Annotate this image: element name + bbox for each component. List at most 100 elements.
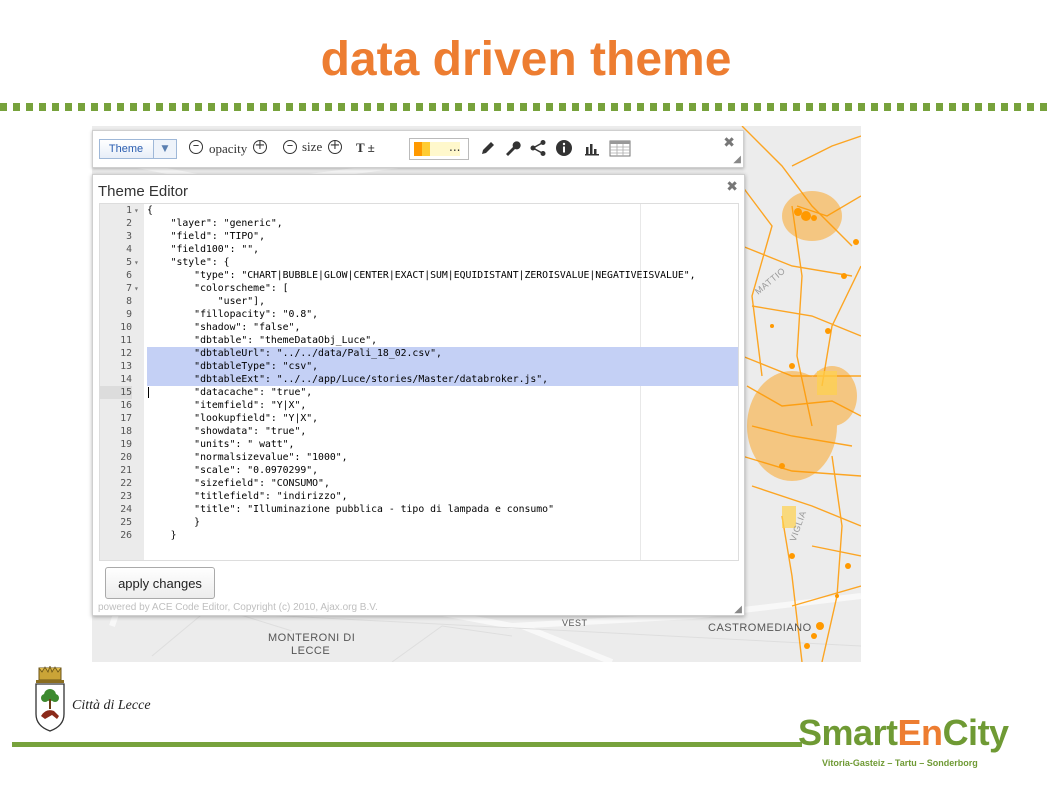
line-text: { [147,205,153,216]
line-text: "style": { [147,257,230,268]
line-number: 9 [126,309,132,320]
line-number: 26 [120,530,132,541]
theme-editor-dialog: Theme Editor ✖ 1 ▾{2 "layer": "generic", 3… [92,174,745,616]
code-editor[interactable]: 1 ▾{2 "layer": "generic", 3 "field": "TIPO… [99,203,739,561]
code-line[interactable]: 26 } [100,529,738,542]
pencil-icon[interactable] [479,139,497,157]
table-icon[interactable] [609,139,631,157]
line-text: "datacache": "true", [147,387,313,398]
line-text: "showdata": "true", [147,426,307,437]
code-line[interactable]: 3 "field": "TIPO", [100,230,738,243]
code-line[interactable]: 13 "dbtableType": "csv", [100,360,738,373]
swatch-color-2 [422,142,430,156]
brand-smart: Smart [798,712,898,753]
code-line[interactable]: 22 "sizefield": "CONSUMO", [100,477,738,490]
line-text: "dbtableType": "csv", [147,361,319,372]
line-text: "user"], [147,296,265,307]
code-line[interactable]: 8 "user"], [100,295,738,308]
line-text: "itemfield": "Y|X", [147,400,307,411]
line-text: "lookupfield": "Y|X", [147,413,319,424]
opacity-label: opacity [209,141,248,156]
line-number: 2 [126,218,132,229]
line-number: 15 [100,386,132,399]
size-label: size [302,139,323,154]
code-line[interactable]: 24 "title": "Illuminazione pubblica - ti… [100,503,738,516]
bar-chart-icon[interactable] [583,139,601,157]
line-text: "fillopacity": "0.8", [147,309,319,320]
line-text: "units": " watt", [147,439,295,450]
line-text: "sizefield": "CONSUMO", [147,478,330,489]
line-text: "dbtableUrl": "../../data/Pali_18_02.csv… [147,348,442,359]
fold-arrow-icon[interactable]: ▾ [134,204,139,217]
fold-arrow-icon[interactable]: ▾ [134,282,139,295]
code-line[interactable]: 20 "normalsizevalue": "1000", [100,451,738,464]
line-text: "field": "TIPO", [147,231,265,242]
share-icon[interactable] [529,139,547,157]
text-cursor [148,387,149,398]
code-line[interactable]: 7 ▾ "colorscheme": [ [100,282,738,295]
code-line[interactable]: 18 "showdata": "true", [100,425,738,438]
text-size-button[interactable]: T ± [356,140,375,156]
line-text: } [147,517,201,528]
fold-arrow-icon[interactable]: ▾ [134,256,139,269]
line-text: } [147,530,177,541]
line-number: 5 [126,257,132,268]
line-text: "colorscheme": [ [147,283,289,294]
code-line[interactable]: 17 "lookupfield": "Y|X", [100,412,738,425]
code-line[interactable]: 25 } [100,516,738,529]
slide-title: data driven theme [320,33,732,86]
line-number: 21 [120,465,132,476]
code-line[interactable]: 21 "scale": "0.0970299", [100,464,738,477]
line-number: 23 [120,491,132,502]
code-line[interactable]: 12 "dbtableUrl": "../../data/Pali_18_02.… [100,347,738,360]
code-line[interactable]: 5 ▾ "style": { [100,256,738,269]
swatch-more[interactable]: ... [449,140,460,154]
line-text: "titlefield": "indirizzo", [147,491,348,502]
powered-by-text: powered by ACE Code Editor, Copyright (c… [98,602,378,613]
line-text: "scale": "0.0970299", [147,465,319,476]
code-line[interactable]: 11 "dbtable": "themeDataObj_Luce", [100,334,738,347]
apply-changes-button[interactable]: apply changes [105,567,215,599]
map-label-vest: VEST [562,618,588,628]
code-line[interactable]: 1 ▾ { [100,204,738,217]
line-text: "type": "CHART|BUBBLE|GLOW|CENTER|EXACT|… [147,270,696,281]
code-line[interactable]: 19 "units": " watt", [100,438,738,451]
code-lines: 1 ▾{2 "layer": "generic", 3 "field": "TIPO… [100,204,738,542]
toolbar-close-icon[interactable]: ✖ [723,135,735,151]
minus-circle-icon[interactable]: – [283,139,297,154]
code-line[interactable]: 15 "datacache": "true", [100,386,738,399]
info-icon[interactable] [555,139,573,157]
code-line[interactable]: 23 "titlefield": "indirizzo", [100,490,738,503]
code-line[interactable]: 14 "dbtableExt": "../../app/Luce/stories… [100,373,738,386]
wrench-icon[interactable] [503,139,521,157]
dotted-divider [0,103,1052,111]
code-line[interactable]: 2 "layer": "generic", [100,217,738,230]
line-number: 4 [126,244,132,255]
line-number: 20 [120,452,132,463]
line-number: 13 [120,361,132,372]
theme-dropdown-button[interactable]: ▼ [153,139,177,159]
line-text: "layer": "generic", [147,218,283,229]
line-number: 12 [120,348,132,359]
code-line[interactable]: 4 "field100": "", [100,243,738,256]
resize-handle-icon[interactable]: ◢ [733,154,741,165]
plus-circle-icon[interactable]: + [253,139,267,154]
code-line[interactable]: 9 "fillopacity": "0.8", [100,308,738,321]
line-number: 18 [120,426,132,437]
line-number: 10 [120,322,132,333]
line-text: "shadow": "false", [147,322,301,333]
plus-circle-icon[interactable]: + [328,139,342,154]
code-line[interactable]: 6 "type": "CHART|BUBBLE|GLOW|CENTER|EXAC… [100,269,738,282]
brand-city: City [942,712,1010,753]
code-line[interactable]: 10 "shadow": "false", [100,321,738,334]
dialog-close-icon[interactable]: ✖ [726,179,738,195]
code-line[interactable]: 16 "itemfield": "Y|X", [100,399,738,412]
map-label-castromediano: CASTROMEDIANO [708,622,812,634]
citta-di-lecce-crest-logo [35,666,65,732]
line-text: "normalsizevalue": "1000", [147,452,348,463]
line-text: "dbtableExt": "../../app/Luce/stories/Ma… [147,374,549,385]
line-number: 25 [120,517,132,528]
resize-handle-icon[interactable]: ◢ [734,604,742,615]
theme-select-label: Theme [108,143,144,155]
minus-circle-icon[interactable]: – [189,139,203,154]
